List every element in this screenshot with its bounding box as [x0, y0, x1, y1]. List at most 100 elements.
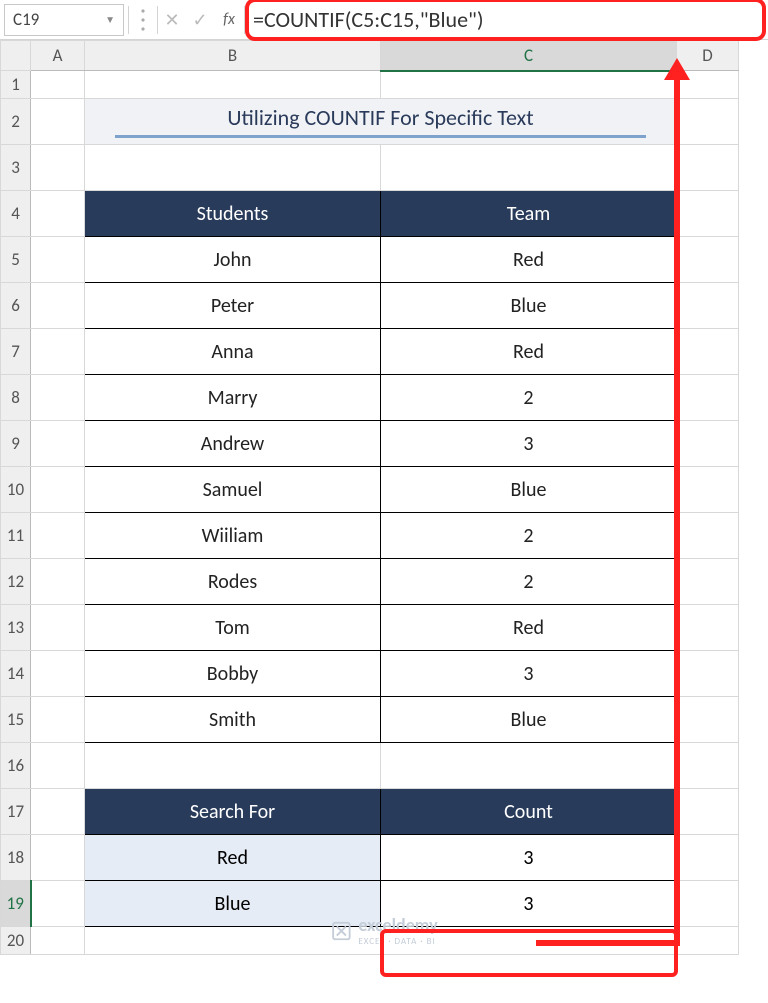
- row-header[interactable]: 20: [1, 927, 31, 955]
- cell[interactable]: [677, 605, 739, 651]
- select-all-corner[interactable]: [1, 41, 31, 71]
- cell[interactable]: [677, 421, 739, 467]
- team-cell[interactable]: Blue: [381, 697, 677, 743]
- cell[interactable]: [31, 927, 85, 955]
- row-header[interactable]: 8: [1, 375, 31, 421]
- team-cell[interactable]: 2: [381, 559, 677, 605]
- cell[interactable]: [677, 283, 739, 329]
- cancel-icon[interactable]: ✕: [158, 9, 186, 31]
- student-cell[interactable]: Rodes: [85, 559, 381, 605]
- student-cell[interactable]: Marry: [85, 375, 381, 421]
- row-header[interactable]: 2: [1, 99, 31, 145]
- cell[interactable]: [677, 559, 739, 605]
- row-header[interactable]: 6: [1, 283, 31, 329]
- row-header[interactable]: 14: [1, 651, 31, 697]
- count-cell-selected[interactable]: 3: [381, 881, 677, 927]
- team-cell[interactable]: Blue: [381, 283, 677, 329]
- row-header[interactable]: 13: [1, 605, 31, 651]
- name-box[interactable]: C19 ▼: [4, 4, 124, 36]
- col-header-C[interactable]: C: [381, 41, 677, 71]
- fx-icon[interactable]: fx: [214, 10, 244, 29]
- cell[interactable]: [31, 421, 85, 467]
- row-header[interactable]: 15: [1, 697, 31, 743]
- cell[interactable]: [31, 467, 85, 513]
- cell[interactable]: [31, 881, 85, 927]
- row-header[interactable]: 19: [1, 881, 31, 927]
- search-label-cell[interactable]: Red: [85, 835, 381, 881]
- row-header[interactable]: 16: [1, 743, 31, 789]
- count-header[interactable]: Count: [381, 789, 677, 835]
- team-cell[interactable]: Red: [381, 237, 677, 283]
- cell[interactable]: [381, 927, 677, 955]
- cell[interactable]: [677, 927, 739, 955]
- cell[interactable]: [31, 513, 85, 559]
- row-header[interactable]: 11: [1, 513, 31, 559]
- team-cell[interactable]: Blue: [381, 467, 677, 513]
- cell[interactable]: [31, 191, 85, 237]
- team-cell[interactable]: 3: [381, 651, 677, 697]
- team-cell[interactable]: Red: [381, 605, 677, 651]
- student-cell[interactable]: John: [85, 237, 381, 283]
- cell[interactable]: [85, 71, 381, 99]
- cell[interactable]: [381, 743, 677, 789]
- cell[interactable]: [31, 835, 85, 881]
- cell[interactable]: [677, 191, 739, 237]
- cell[interactable]: [677, 467, 739, 513]
- row-header[interactable]: 9: [1, 421, 31, 467]
- student-cell[interactable]: Andrew: [85, 421, 381, 467]
- team-header[interactable]: Team: [381, 191, 677, 237]
- cell[interactable]: [677, 375, 739, 421]
- check-icon[interactable]: ✓: [186, 9, 214, 31]
- cell[interactable]: [85, 743, 381, 789]
- cell[interactable]: [677, 329, 739, 375]
- cell[interactable]: [381, 71, 677, 99]
- cell[interactable]: [31, 237, 85, 283]
- count-cell[interactable]: 3: [381, 835, 677, 881]
- row-header[interactable]: 10: [1, 467, 31, 513]
- title-cell[interactable]: Utilizing COUNTIF For Specific Text: [85, 99, 677, 145]
- students-header[interactable]: Students: [85, 191, 381, 237]
- student-cell[interactable]: Bobby: [85, 651, 381, 697]
- cell[interactable]: [677, 99, 739, 145]
- cell[interactable]: [31, 283, 85, 329]
- cell[interactable]: [677, 145, 739, 191]
- row-header[interactable]: 17: [1, 789, 31, 835]
- cell[interactable]: [31, 145, 85, 191]
- cell[interactable]: [31, 651, 85, 697]
- cell[interactable]: [677, 881, 739, 927]
- student-cell[interactable]: Anna: [85, 329, 381, 375]
- row-header[interactable]: 3: [1, 145, 31, 191]
- row-header[interactable]: 7: [1, 329, 31, 375]
- col-header-D[interactable]: D: [677, 41, 739, 71]
- cell[interactable]: [677, 835, 739, 881]
- cell[interactable]: [31, 559, 85, 605]
- team-cell[interactable]: 2: [381, 513, 677, 559]
- student-cell[interactable]: Wiiliam: [85, 513, 381, 559]
- cell[interactable]: [677, 513, 739, 559]
- team-cell[interactable]: Red: [381, 329, 677, 375]
- cell[interactable]: [31, 789, 85, 835]
- team-cell[interactable]: 3: [381, 421, 677, 467]
- cell[interactable]: [31, 99, 85, 145]
- search-for-header[interactable]: Search For: [85, 789, 381, 835]
- cell[interactable]: [31, 375, 85, 421]
- cell[interactable]: [677, 71, 739, 99]
- team-cell[interactable]: 2: [381, 375, 677, 421]
- row-header[interactable]: 12: [1, 559, 31, 605]
- cell[interactable]: [677, 697, 739, 743]
- cell[interactable]: [31, 743, 85, 789]
- cell[interactable]: [85, 927, 381, 955]
- row-header[interactable]: 4: [1, 191, 31, 237]
- student-cell[interactable]: Smith: [85, 697, 381, 743]
- search-label-cell[interactable]: Blue: [85, 881, 381, 927]
- cell[interactable]: [31, 697, 85, 743]
- col-header-B[interactable]: B: [85, 41, 381, 71]
- student-cell[interactable]: Tom: [85, 605, 381, 651]
- cell[interactable]: [381, 145, 677, 191]
- grid[interactable]: A B C D 1 2 Utilizing COUNTIF For Specif…: [0, 40, 739, 955]
- cell[interactable]: [677, 237, 739, 283]
- row-header[interactable]: 1: [1, 71, 31, 99]
- cell[interactable]: [677, 743, 739, 789]
- row-header[interactable]: 18: [1, 835, 31, 881]
- cell[interactable]: [677, 651, 739, 697]
